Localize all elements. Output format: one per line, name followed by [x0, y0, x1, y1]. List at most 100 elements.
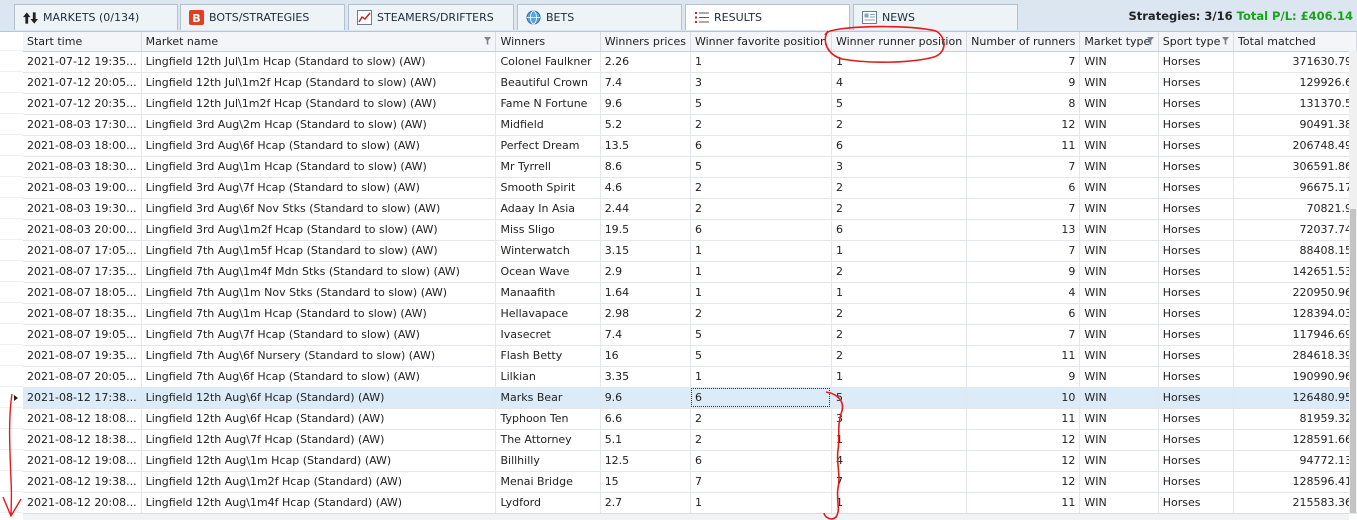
cell-market-type[interactable]: WIN	[1079, 114, 1159, 136]
cell-favorite-position[interactable]: 2	[690, 198, 832, 220]
cell-sport-type[interactable]: Horses	[1158, 324, 1235, 346]
cell-market-name[interactable]: Lingfield 3rd Aug\6f Hcap (Standard to s…	[141, 135, 497, 157]
row-header[interactable]	[0, 387, 23, 408]
cell-winner-price[interactable]: 2.7	[600, 492, 691, 514]
cell-start-time[interactable]: 2021-07-12 20:05...	[23, 72, 142, 94]
cell-winner[interactable]: Lydford	[495, 492, 601, 514]
cell-winner-price[interactable]: 8.6	[600, 156, 691, 178]
filter-icon[interactable]	[484, 35, 492, 48]
cell-runner-position[interactable]: 6	[831, 219, 968, 241]
cell-market-name[interactable]: Lingfield 12th Aug\6f Hcap (Standard) (A…	[141, 387, 497, 409]
cell-total-matched[interactable]: 81959.32	[1233, 408, 1357, 430]
cell-winner[interactable]: Billhilly	[495, 450, 601, 472]
cell-runner-position[interactable]: 1	[831, 429, 968, 451]
cell-runner-position[interactable]: 1	[831, 51, 968, 73]
cell-market-name[interactable]: Lingfield 3rd Aug\1m Hcap (Standard to s…	[141, 156, 497, 178]
cell-number-of-runners[interactable]: 9	[966, 261, 1081, 283]
cell-start-time[interactable]: 2021-08-07 17:35...	[23, 261, 142, 283]
col-winner-runner-position[interactable]: Winner runner position	[831, 32, 968, 52]
cell-runner-position[interactable]: 1	[831, 240, 968, 262]
cell-total-matched[interactable]: 215583.36	[1233, 492, 1357, 514]
cell-number-of-runners[interactable]: 4	[966, 282, 1081, 304]
cell-winner[interactable]: Perfect Dream	[495, 135, 601, 157]
cell-market-name[interactable]: Lingfield 3rd Aug\2m Hcap (Standard to s…	[141, 114, 497, 136]
cell-winner-price[interactable]: 16	[600, 345, 691, 367]
table-row[interactable]: 2021-08-12 19:08... Lingfield 12th Aug\1m…	[23, 450, 1357, 472]
cell-total-matched[interactable]: 88408.15	[1233, 240, 1357, 262]
cell-start-time[interactable]: 2021-08-03 20:00...	[23, 219, 142, 241]
cell-market-name[interactable]: Lingfield 7th Aug\1m Nov Stks (Standard …	[141, 282, 497, 304]
cell-winner-price[interactable]: 1.64	[600, 282, 691, 304]
cell-favorite-position[interactable]: 1	[690, 261, 832, 283]
cell-total-matched[interactable]: 128394.03	[1233, 303, 1357, 325]
row-header[interactable]	[0, 492, 23, 513]
cell-total-matched[interactable]: 128591.66	[1233, 429, 1357, 451]
cell-total-matched[interactable]: 70821.9	[1233, 198, 1357, 220]
cell-start-time[interactable]: 2021-08-12 17:38...	[23, 387, 142, 409]
cell-winner-price[interactable]: 7.4	[600, 324, 691, 346]
cell-market-type[interactable]: WIN	[1079, 282, 1159, 304]
table-row[interactable]: 2021-08-03 17:30... Lingfield 3rd Aug\2m …	[23, 114, 1357, 136]
row-header[interactable]	[0, 219, 23, 240]
cell-market-name[interactable]: Lingfield 12th Jul\1m2f Hcap (Standard t…	[141, 93, 497, 115]
row-header[interactable]	[0, 261, 23, 282]
cell-start-time[interactable]: 2021-07-12 19:35...	[23, 51, 142, 73]
cell-total-matched[interactable]: 371630.79	[1233, 51, 1357, 73]
cell-winner-price[interactable]: 5.2	[600, 114, 691, 136]
cell-winner[interactable]: Flash Betty	[495, 345, 601, 367]
cell-winner[interactable]: Fame N Fortune	[495, 93, 601, 115]
table-row[interactable]: 2021-08-12 20:08... Lingfield 12th Aug\1m…	[23, 492, 1357, 514]
filter-icon[interactable]	[1222, 35, 1230, 48]
cell-number-of-runners[interactable]: 6	[966, 303, 1081, 325]
cell-market-type[interactable]: WIN	[1079, 156, 1159, 178]
table-row[interactable]: 2021-08-12 18:38... Lingfield 12th Aug\7f…	[23, 429, 1357, 451]
cell-sport-type[interactable]: Horses	[1158, 93, 1235, 115]
cell-market-type[interactable]: WIN	[1079, 429, 1159, 451]
row-header[interactable]	[0, 366, 23, 387]
cell-total-matched[interactable]: 190990.96	[1233, 366, 1357, 388]
cell-sport-type[interactable]: Horses	[1158, 72, 1235, 94]
table-row[interactable]: 2021-08-03 18:30... Lingfield 3rd Aug\1m …	[23, 156, 1357, 178]
row-header[interactable]	[0, 177, 23, 198]
cell-number-of-runners[interactable]: 9	[966, 72, 1081, 94]
cell-start-time[interactable]: 2021-07-12 20:35...	[23, 93, 142, 115]
cell-market-name[interactable]: Lingfield 7th Aug\1m5f Hcap (Standard to…	[141, 240, 497, 262]
cell-winner[interactable]: Miss Sligo	[495, 219, 601, 241]
cell-runner-position[interactable]: 2	[831, 261, 968, 283]
cell-start-time[interactable]: 2021-08-07 18:05...	[23, 282, 142, 304]
cell-runner-position[interactable]: 2	[831, 345, 968, 367]
table-row[interactable]: 2021-08-12 17:38... Lingfield 12th Aug\6f…	[23, 387, 1357, 409]
cell-market-type[interactable]: WIN	[1079, 471, 1159, 493]
tab-steamers-drifters[interactable]: STEAMERS/DRIFTERS	[348, 4, 514, 30]
cell-favorite-position[interactable]: 1	[690, 282, 832, 304]
cell-number-of-runners[interactable]: 12	[966, 471, 1081, 493]
cell-favorite-position[interactable]: 2	[690, 303, 832, 325]
cell-market-type[interactable]: WIN	[1079, 303, 1159, 325]
cell-start-time[interactable]: 2021-08-12 19:08...	[23, 450, 142, 472]
cell-favorite-position[interactable]: 2	[690, 429, 832, 451]
table-row[interactable]: 2021-08-12 18:08... Lingfield 12th Aug\6f…	[23, 408, 1357, 430]
cell-runner-position[interactable]: 4	[831, 72, 968, 94]
cell-runner-position[interactable]: 4	[831, 450, 968, 472]
cell-sport-type[interactable]: Horses	[1158, 51, 1235, 73]
cell-winner-price[interactable]: 5.1	[600, 429, 691, 451]
cell-favorite-position[interactable]: 1	[690, 240, 832, 262]
col-total-matched[interactable]: Total matched	[1233, 32, 1357, 52]
cell-favorite-position[interactable]: 2	[690, 177, 832, 199]
col-start-time[interactable]: Start time	[23, 32, 142, 52]
cell-winner-price[interactable]: 9.6	[600, 93, 691, 115]
table-row[interactable]: 2021-07-12 20:35... Lingfield 12th Jul\1m…	[23, 93, 1357, 115]
cell-total-matched[interactable]: 128596.41	[1233, 471, 1357, 493]
cell-winner[interactable]: Typhoon Ten	[495, 408, 601, 430]
cell-sport-type[interactable]: Horses	[1158, 219, 1235, 241]
cell-start-time[interactable]: 2021-08-07 19:35...	[23, 345, 142, 367]
cell-sport-type[interactable]: Horses	[1158, 345, 1235, 367]
cell-market-type[interactable]: WIN	[1079, 408, 1159, 430]
table-row[interactable]: 2021-08-07 18:05... Lingfield 7th Aug\1m …	[23, 282, 1357, 304]
table-row[interactable]: 2021-08-07 17:35... Lingfield 7th Aug\1m4…	[23, 261, 1357, 283]
cell-market-name[interactable]: Lingfield 12th Aug\1m Hcap (Standard) (A…	[141, 450, 497, 472]
cell-start-time[interactable]: 2021-08-03 19:00...	[23, 177, 142, 199]
cell-start-time[interactable]: 2021-08-07 19:05...	[23, 324, 142, 346]
cell-market-type[interactable]: WIN	[1079, 177, 1159, 199]
cell-winner[interactable]: Hellavapace	[495, 303, 601, 325]
